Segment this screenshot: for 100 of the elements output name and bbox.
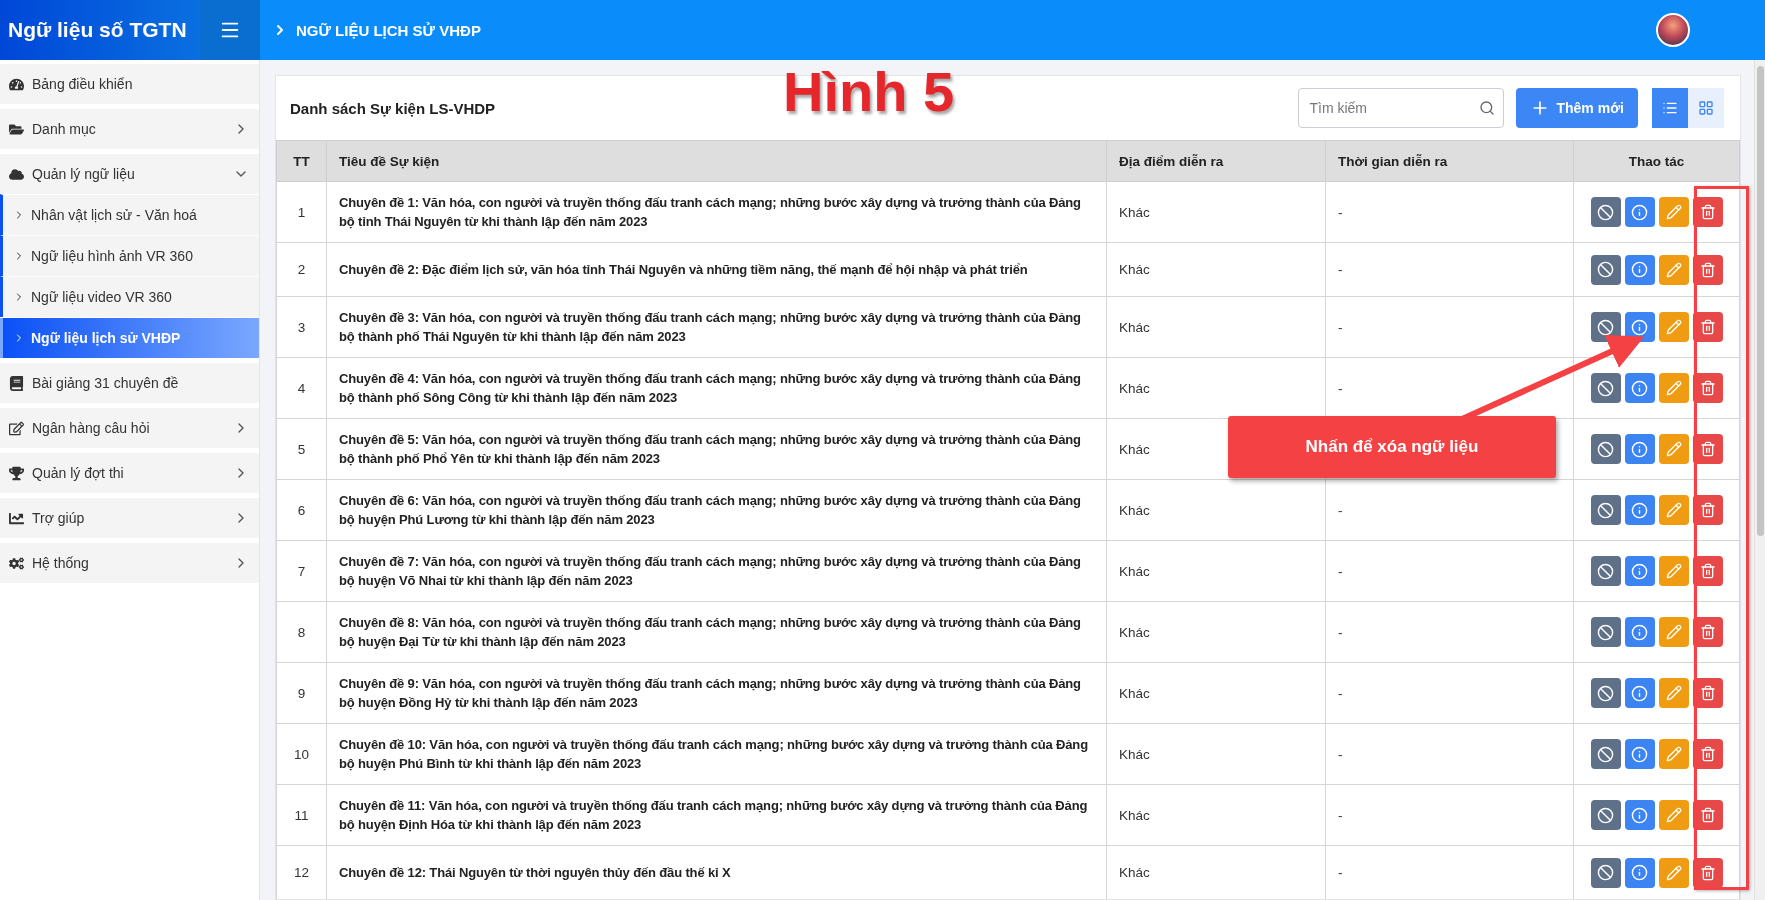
callout: Nhấn để xóa ngữ liệu [1228,416,1556,478]
scrollbar[interactable] [1754,60,1765,900]
table-cell: Khác [1106,181,1326,243]
sidebar-subitem[interactable]: Ngữ liệu hình ảnh VR 360 [0,235,259,276]
table-cell: Khác [1106,723,1326,785]
info-icon [1631,562,1648,580]
figure-label: Hình 5 [783,62,955,122]
table-cell: - [1325,540,1574,602]
edit-button[interactable] [1658,495,1689,525]
info-icon [1631,203,1648,221]
menu-button[interactable] [200,0,260,60]
ban-icon [1597,318,1614,336]
edit-button[interactable] [1658,312,1689,342]
grid-view-button[interactable] [1688,88,1724,128]
info-button[interactable] [1624,495,1655,525]
sidebar-item[interactable]: Hệ thống [0,543,259,583]
info-icon [1631,623,1648,641]
table-cell: Khác [1106,601,1326,663]
disable-button[interactable] [1590,556,1621,586]
sidebar-item[interactable]: Quản lý ngữ liệu [0,154,259,194]
table-cell: 8 [276,601,327,663]
edit-button[interactable] [1658,434,1689,464]
edit-button[interactable] [1658,857,1689,888]
column-header: TT [276,140,327,182]
trash-icon [1699,624,1716,640]
table-cell: 11 [276,784,327,846]
disable-button[interactable] [1590,434,1621,464]
edit-button[interactable] [1658,739,1689,769]
info-button[interactable] [1624,556,1655,586]
disable-button[interactable] [1590,857,1621,888]
sidebar-subitem[interactable]: Ngữ liệu video VR 360 [0,276,259,317]
sidebar-item[interactable]: Trợ giúp [0,498,259,538]
edit-button[interactable] [1658,197,1689,227]
edit-button[interactable] [1658,373,1689,403]
info-button[interactable] [1624,373,1655,403]
pencil-icon [1665,319,1682,335]
trash-icon [1699,563,1716,579]
sidebar-subitem[interactable]: Ngữ liệu lịch sử VHĐP [0,317,259,358]
ban-icon [1597,379,1614,397]
ban-icon [1597,684,1614,702]
disable-button[interactable] [1590,312,1621,342]
sidebar-item[interactable]: Ngân hàng câu hỏi [0,408,259,448]
table-cell: 3 [276,296,327,358]
trash-icon [1699,685,1716,701]
sidebar-item[interactable]: Bảng điều khiển [0,64,259,104]
trash-icon [1699,807,1716,823]
info-button[interactable] [1624,739,1655,769]
info-button[interactable] [1624,434,1655,464]
info-button[interactable] [1624,197,1655,227]
pencil-icon [1665,502,1682,518]
edit-button[interactable] [1658,254,1689,285]
info-icon [1631,379,1648,397]
list-view-button[interactable] [1652,88,1688,128]
trophy-icon [9,465,24,481]
edit-button[interactable] [1658,800,1689,830]
info-icon [1631,864,1648,881]
table-cell: Khác [1106,540,1326,602]
edit-button[interactable] [1658,556,1689,586]
info-button[interactable] [1624,617,1655,647]
column-header: Thời gian diễn ra [1325,140,1574,182]
sidebar-subitem[interactable]: Nhân vật lịch sử - Văn hoá [0,194,259,235]
search-field[interactable]: Tìm kiếm [1298,88,1505,128]
disable-button[interactable] [1590,254,1621,285]
disable-button[interactable] [1590,617,1621,647]
edit-button[interactable] [1658,678,1689,708]
ban-icon [1597,203,1614,221]
disable-button[interactable] [1590,373,1621,403]
table-cell: Chuyên đề 2: Đặc điểm lịch sử, văn hóa tỉnh Thái Nguyên và những tiềm năng, thế mạnh để hội nhập và phát triển [326,242,1107,297]
table-cell: - [1325,181,1574,243]
table-cell: 7 [276,540,327,602]
disable-button[interactable] [1590,739,1621,769]
pencil-icon [1665,624,1682,640]
disable-button[interactable] [1590,678,1621,708]
ban-icon [1597,806,1614,824]
table-cell: Chuyên đề 4: Văn hóa, con người và truyền thống đấu tranh cách mạng; những bước xây dựng và trưởng thành của Đảng bộ thành phố Sông Công từ khi thành lập đến năm 2023 [326,357,1107,419]
ban-icon [1597,864,1614,881]
sidebar-item[interactable]: Bài giảng 31 chuyên đề [0,363,259,403]
pencil-icon [1665,261,1682,278]
table-cell: Chuyên đề 9: Văn hóa, con người và truyền thống đấu tranh cách mạng; những bước xây dựng và trưởng thành của Đảng bộ huyện Đồng Hỷ từ khi thành lập đến năm 2023 [326,662,1107,724]
table-cell: - [1325,296,1574,358]
info-button[interactable] [1624,254,1655,285]
edit-button[interactable] [1658,617,1689,647]
avatar[interactable] [1656,13,1690,47]
pencil-icon [1665,807,1682,823]
disable-button[interactable] [1590,197,1621,227]
pencil-icon [1665,380,1682,396]
table-cell: Chuyên đề 7: Văn hóa, con người và truyền thống đấu tranh cách mạng; những bước xây dựng và trưởng thành của Đảng bộ huyện Võ Nhai từ khi thành lập đến năm 2023 [326,540,1107,602]
sidebar-item[interactable]: Quản lý đợt thi [0,453,259,493]
info-button[interactable] [1624,678,1655,708]
info-button[interactable] [1624,857,1655,888]
info-icon [1631,440,1648,458]
add-button[interactable]: Thêm mới [1516,88,1638,128]
table-cell: Chuyên đề 6: Văn hóa, con người và truyền thống đấu tranh cách mạng; những bước xây dựng và trưởng thành của Đảng bộ huyện Phú Lương từ khi thành lập đến năm 2023 [326,479,1107,541]
sidebar-item[interactable]: Danh mục [0,109,259,149]
disable-button[interactable] [1590,495,1621,525]
gears-icon [9,555,24,571]
pencil-icon [1665,563,1682,579]
trash-icon [1699,261,1716,278]
info-button[interactable] [1624,800,1655,830]
disable-button[interactable] [1590,800,1621,830]
